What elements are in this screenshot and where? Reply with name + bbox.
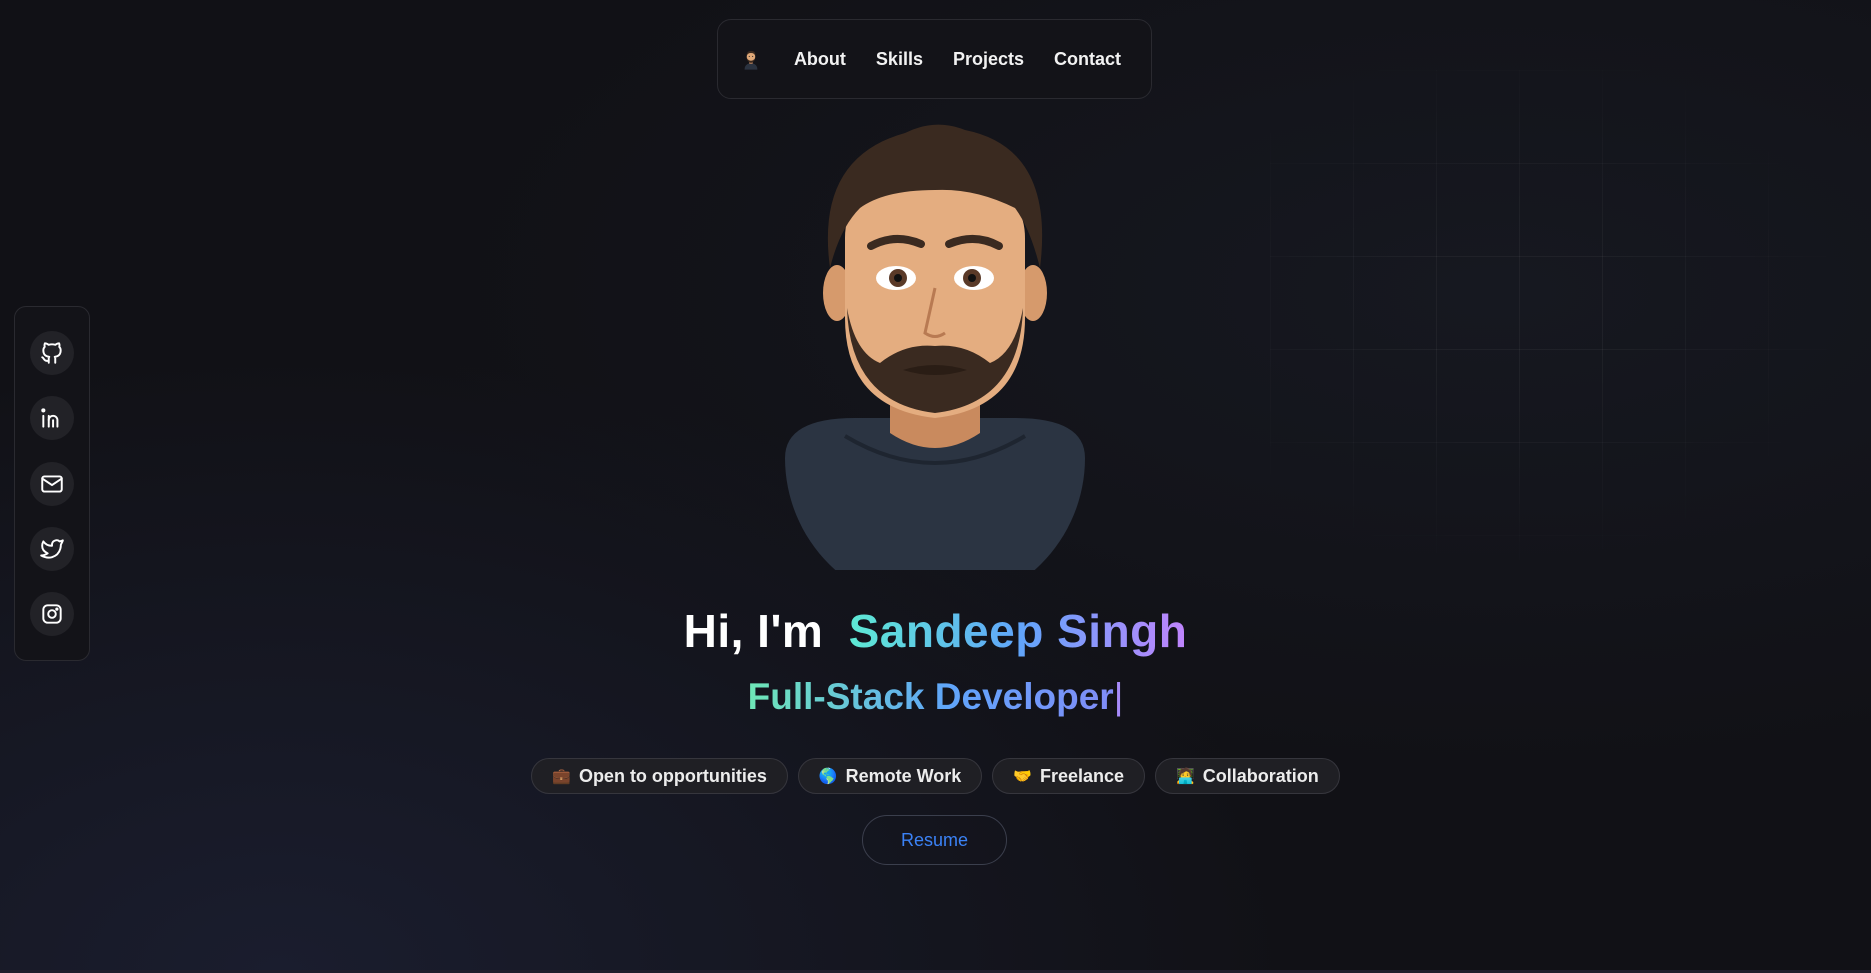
badge-label: Freelance [1040, 765, 1125, 786]
nav-link-contact[interactable]: Contact [1054, 49, 1121, 70]
linkedin-icon [41, 408, 59, 428]
hero-heading: Hi, I'm Sandeep Singh [0, 604, 1871, 658]
handshake-icon: 🤝 [1013, 768, 1032, 785]
badge-remote-work: 🌎 Remote Work [797, 758, 983, 794]
nav-link-projects[interactable]: Projects [953, 49, 1024, 70]
hero-role: Full-Stack Developer [747, 676, 1114, 717]
resume-button[interactable]: Resume [862, 815, 1007, 865]
badge-label: Collaboration [1202, 765, 1319, 786]
background-grid [1270, 70, 1870, 590]
twitter-icon [40, 539, 64, 559]
hero-name: Sandeep Singh [848, 605, 1188, 657]
linkedin-link[interactable] [30, 396, 74, 441]
typing-cursor: | [1113, 676, 1124, 717]
hero-avatar-illustration [785, 124, 1085, 570]
badge-open-to-opportunities: 💼 Open to opportunities [531, 758, 788, 794]
hero-greeting: Hi, I'm [683, 605, 824, 657]
badge-collaboration: 🧑‍💻 Collaboration [1155, 758, 1340, 794]
nav-link-about[interactable]: About [794, 49, 846, 70]
mail-icon [41, 474, 63, 493]
github-link[interactable] [30, 331, 74, 375]
availability-badges: 💼 Open to opportunities 🌎 Remote Work 🤝 … [0, 758, 1871, 794]
globe-icon: 🌎 [818, 768, 838, 785]
nav-avatar[interactable] [742, 34, 760, 84]
twitter-link[interactable] [30, 526, 74, 571]
hero-role-line: Full-Stack Developer| [0, 676, 1871, 718]
badge-label: Remote Work [845, 765, 962, 786]
technologist-icon: 🧑‍💻 [1176, 768, 1195, 785]
github-icon [41, 342, 62, 364]
briefcase-icon: 💼 [552, 768, 571, 785]
badge-label: Open to opportunities [578, 765, 767, 786]
badge-freelance: 🤝 Freelance [992, 758, 1146, 794]
nav-link-skills[interactable]: Skills [876, 49, 923, 70]
top-navbar: About Skills Projects Contact [717, 19, 1152, 99]
mail-link[interactable] [30, 461, 74, 506]
